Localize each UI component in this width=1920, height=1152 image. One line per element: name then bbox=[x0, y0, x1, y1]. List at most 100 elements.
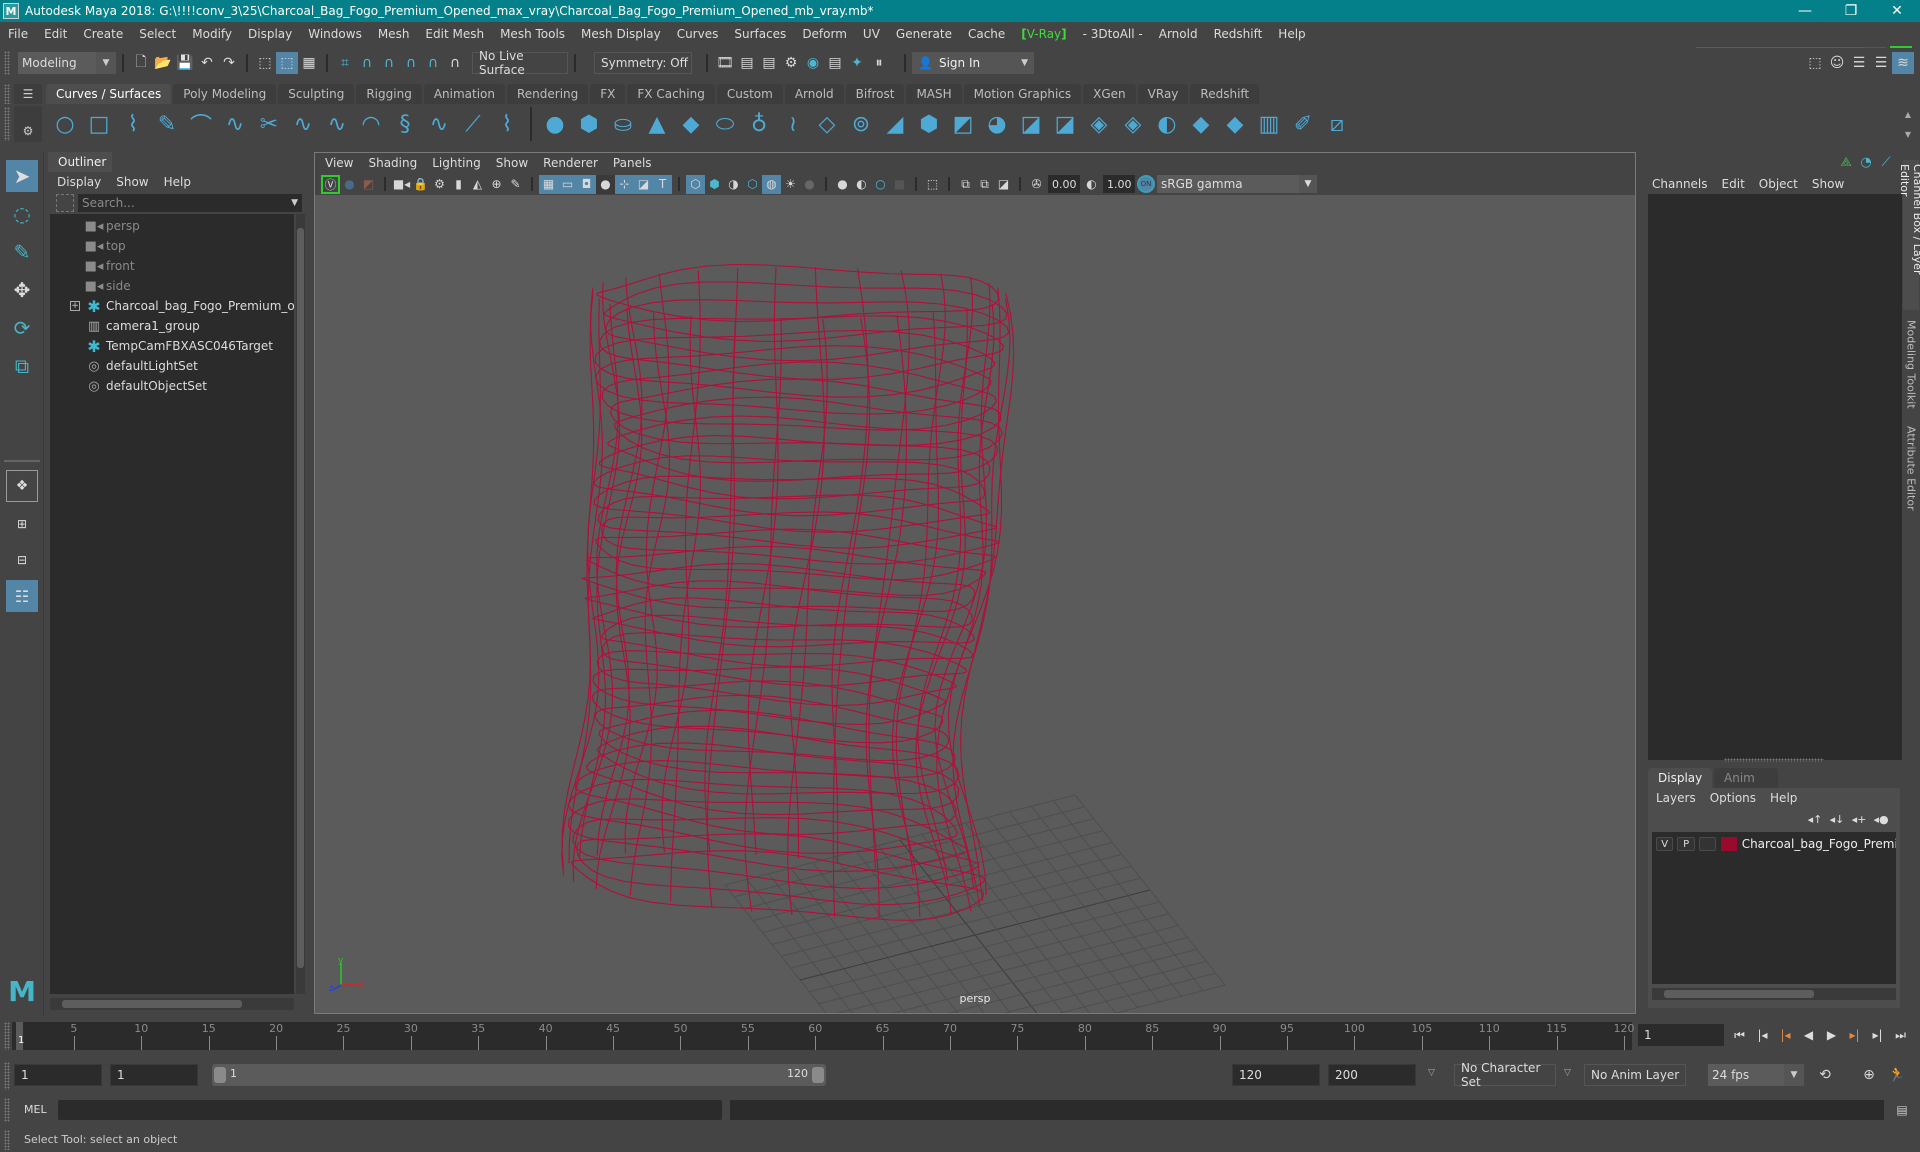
save-scene-icon[interactable]: 💾 bbox=[174, 52, 196, 74]
scrollbar-thumb[interactable] bbox=[297, 228, 304, 968]
field-chart-icon[interactable]: ⊹ bbox=[615, 174, 634, 194]
menu-windows[interactable]: Windows bbox=[300, 27, 370, 41]
film-gate-icon[interactable]: ▭ bbox=[558, 174, 577, 194]
animation-end-input[interactable]: 200 bbox=[1328, 1064, 1416, 1086]
wireframe-on-shaded-icon[interactable]: ⬡ bbox=[743, 175, 762, 194]
detach-surface-icon[interactable]: ◆ bbox=[1218, 107, 1252, 141]
go-to-end-icon[interactable]: ⏭ bbox=[1889, 1024, 1912, 1046]
menu-edit-mesh[interactable]: Edit Mesh bbox=[417, 27, 492, 41]
depth-of-field-icon[interactable]: ■ bbox=[890, 175, 909, 194]
layer-editor-scrollbar[interactable] bbox=[1652, 988, 1896, 1000]
channel-box-menu-show[interactable]: Show bbox=[1812, 177, 1844, 191]
attach-surface-icon[interactable]: ◆ bbox=[1184, 107, 1218, 141]
menu-mesh[interactable]: Mesh bbox=[370, 27, 418, 41]
menu-arnold[interactable]: Arnold bbox=[1151, 27, 1206, 41]
render-settings-icon[interactable]: ⚙ bbox=[780, 52, 802, 74]
side-tab-channel-box[interactable]: Channel Box / Layer Editor bbox=[1898, 160, 1920, 310]
go-to-start-icon[interactable]: ⏮ bbox=[1728, 1024, 1751, 1046]
tab-anim[interactable]: Anim bbox=[1714, 768, 1778, 788]
expand-icon[interactable]: + bbox=[70, 301, 80, 311]
outliner-item[interactable]: + ✱ Charcoal_bag_Fogo_Premium_opene bbox=[50, 296, 294, 316]
viewport-menu-show[interactable]: Show bbox=[496, 156, 528, 170]
shelf-scroll-down-icon[interactable]: ▼ bbox=[1905, 130, 1911, 139]
nurbs-circle-icon[interactable]: ○ bbox=[48, 107, 82, 141]
component-display-icon[interactable]: ◪ bbox=[994, 175, 1013, 194]
move-tool-icon[interactable]: ✥ bbox=[6, 274, 38, 306]
shelf-tab-redshift[interactable]: Redshift bbox=[1190, 84, 1260, 104]
layer-row[interactable]: V P Charcoal_bag_Fogo_Premium_ bbox=[1652, 834, 1896, 854]
curve-offset-icon[interactable]: ⌇ bbox=[490, 107, 524, 141]
shelf-tab-motion-graphics[interactable]: Motion Graphics bbox=[963, 84, 1082, 104]
chevron-down-icon[interactable]: ▼ bbox=[291, 198, 298, 208]
curve-extend-icon[interactable]: ∿ bbox=[320, 107, 354, 141]
snap-to-grid-icon[interactable]: ⌗ bbox=[334, 52, 356, 74]
shelf-tab-curves-surfaces[interactable]: Curves / Surfaces bbox=[46, 84, 172, 104]
open-scene-icon[interactable]: 📂 bbox=[152, 52, 174, 74]
current-frame-input[interactable]: 1 bbox=[1638, 1024, 1724, 1046]
move-layer-up-icon[interactable]: ◂↑ bbox=[1804, 810, 1826, 828]
range-start-handle[interactable] bbox=[214, 1067, 226, 1083]
isolate-select-icon[interactable]: ⬚ bbox=[923, 175, 942, 194]
viewport-menu-panels[interactable]: Panels bbox=[613, 156, 652, 170]
anim-layer-menu-icon[interactable]: ▽ bbox=[1564, 1068, 1571, 1078]
snap-options-icon[interactable]: ∩ bbox=[444, 52, 466, 74]
safe-title-icon[interactable]: T bbox=[653, 174, 672, 194]
2d-pan-zoom-icon[interactable]: ⊕ bbox=[487, 175, 506, 194]
layer-display-type-toggle[interactable] bbox=[1698, 837, 1717, 851]
snap-to-point-icon[interactable]: ∩ bbox=[378, 52, 400, 74]
bevel-icon[interactable]: ⬢ bbox=[912, 107, 946, 141]
outliner-search-input[interactable]: Search... ▼ bbox=[78, 194, 302, 212]
viewport-panel[interactable]: View Shading Lighting Show Renderer Pane… bbox=[314, 152, 1636, 1014]
animation-preferences-icon[interactable]: 🏃 bbox=[1886, 1064, 1908, 1086]
drag-handle[interactable] bbox=[4, 1062, 10, 1090]
time-slider-track[interactable]: 1 5 10 15 20 25 30 35 40 45 50 55 60 65 70 75 80 85 90 95 1… bbox=[12, 1022, 1635, 1050]
rotate-tool-icon[interactable]: ⟳ bbox=[6, 312, 38, 344]
xray-active-components-icon[interactable]: ⧉ bbox=[975, 175, 994, 194]
layer-menu-options[interactable]: Options bbox=[1710, 791, 1756, 805]
layer-menu-layers[interactable]: Layers bbox=[1656, 791, 1696, 805]
outliner-menu-display[interactable]: Display bbox=[57, 175, 101, 189]
color-management-toggle-icon[interactable]: ON bbox=[1137, 175, 1155, 193]
play-backwards-icon[interactable]: ◀ bbox=[1797, 1024, 1820, 1046]
outliner-item[interactable]: ■◂ persp bbox=[50, 216, 294, 236]
menu-uv[interactable]: UV bbox=[855, 27, 888, 41]
manipulator-icon[interactable]: ⟁ bbox=[1836, 152, 1856, 172]
ipr-render-icon[interactable]: ▤ bbox=[758, 52, 780, 74]
viewport-menu-shading[interactable]: Shading bbox=[368, 156, 417, 170]
render-view-icon[interactable]: 🎞 bbox=[714, 52, 736, 74]
boundary-icon[interactable]: ◕ bbox=[980, 107, 1014, 141]
ambient-occlusion-icon[interactable]: ● bbox=[833, 175, 852, 194]
menu-help[interactable]: Help bbox=[1270, 27, 1313, 41]
wireframe-icon[interactable]: ⬡ bbox=[686, 174, 705, 194]
hyperbolic-icon[interactable]: ⟋ bbox=[1876, 152, 1896, 172]
motion-blur-icon[interactable]: ◐ bbox=[852, 175, 871, 194]
outliner-layout-icon[interactable]: ☷ bbox=[6, 580, 38, 612]
menu-cache[interactable]: Cache bbox=[960, 27, 1013, 41]
redo-icon[interactable]: ↷ bbox=[218, 52, 240, 74]
single-perspective-view-icon[interactable]: ❖ bbox=[6, 470, 38, 502]
insert-isoparm-icon[interactable]: ⧄ bbox=[1320, 107, 1354, 141]
intersect-icon[interactable]: ◈ bbox=[1116, 107, 1150, 141]
shelf-tab-xgen[interactable]: XGen bbox=[1083, 84, 1136, 104]
select-by-hierarchy-icon[interactable]: ⬚ bbox=[254, 52, 276, 74]
color-space-dropdown[interactable]: sRGB gamma ▼ bbox=[1157, 175, 1317, 193]
outliner-item[interactable]: ◎ defaultLightSet bbox=[50, 356, 294, 376]
anim-layer-field[interactable]: No Anim Layer bbox=[1584, 1064, 1686, 1086]
menu-file[interactable]: File bbox=[0, 27, 36, 41]
scrollbar-thumb[interactable] bbox=[62, 1000, 242, 1008]
vray-toggle-icon[interactable]: Ⓥ bbox=[321, 174, 340, 194]
shelf-tab-vray[interactable]: VRay bbox=[1137, 84, 1189, 104]
shelf-menu-icon[interactable]: ☰ bbox=[14, 84, 42, 104]
modeling-toolkit-icon[interactable]: ⬚ bbox=[1804, 52, 1826, 74]
curve-attach-icon[interactable]: ∿ bbox=[422, 107, 456, 141]
outliner-horizontal-scrollbar[interactable] bbox=[50, 998, 294, 1010]
extrude-icon[interactable]: ⊚ bbox=[844, 107, 878, 141]
exposure-icon[interactable]: ✇ bbox=[1027, 175, 1046, 194]
menu-redshift[interactable]: Redshift bbox=[1206, 27, 1271, 41]
birail-icon[interactable]: ◢ bbox=[878, 107, 912, 141]
resolution-gate-icon[interactable]: ◘ bbox=[577, 174, 596, 194]
channel-box-area[interactable] bbox=[1648, 194, 1904, 760]
drag-handle[interactable] bbox=[4, 84, 10, 104]
shelf-tab-fx[interactable]: FX bbox=[590, 84, 626, 104]
menu-display[interactable]: Display bbox=[240, 27, 300, 41]
